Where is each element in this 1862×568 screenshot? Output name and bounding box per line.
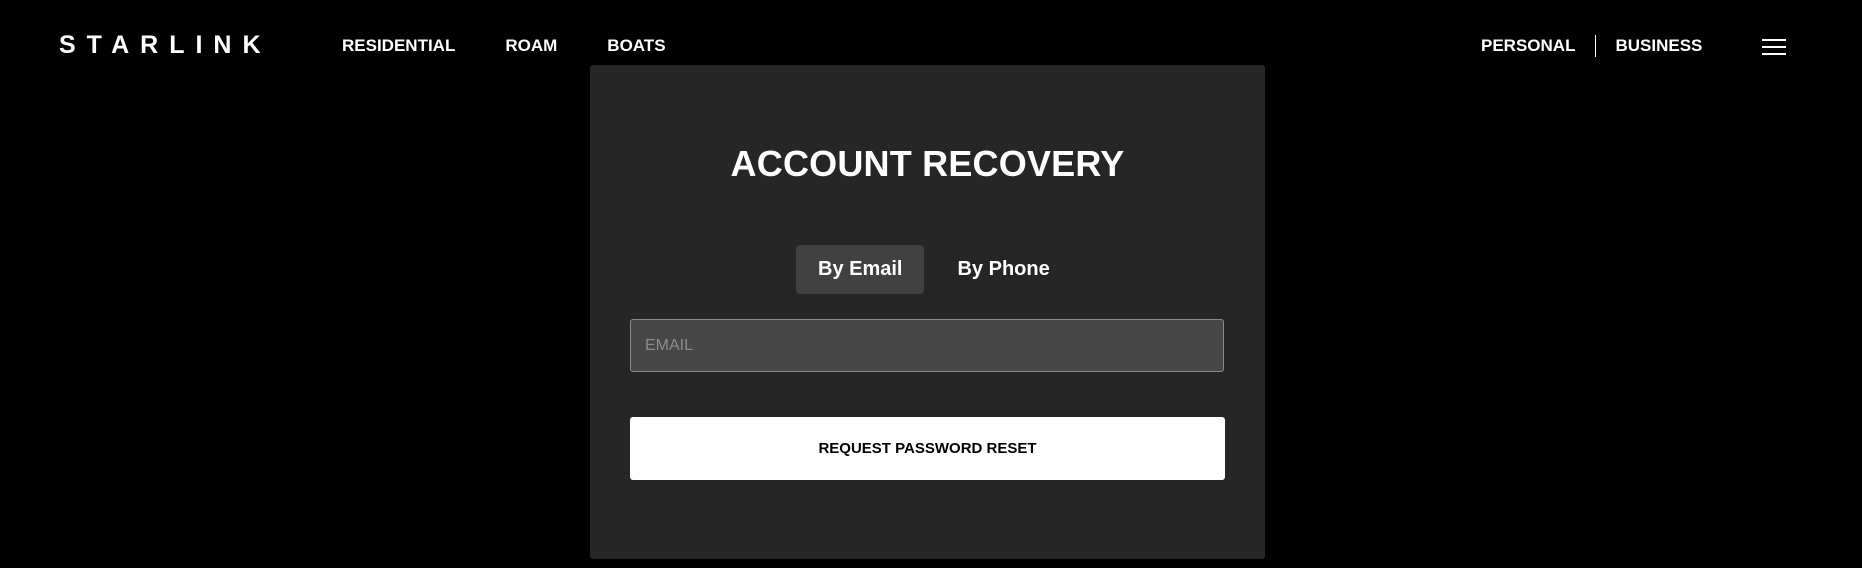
- nav-residential-link[interactable]: RESIDENTIAL: [342, 35, 455, 57]
- tab-by-phone[interactable]: By Phone: [935, 245, 1071, 294]
- account-type-nav: PERSONAL BUSINESS: [1481, 35, 1702, 57]
- hamburger-menu-icon[interactable]: [1762, 37, 1786, 57]
- recovery-method-tabs: By Email By Phone: [796, 245, 1072, 294]
- nav-boats-link[interactable]: BOATS: [607, 35, 665, 57]
- email-field[interactable]: [630, 319, 1224, 372]
- account-recovery-card: ACCOUNT RECOVERY By Email By Phone REQUE…: [590, 65, 1265, 559]
- nav-roam-link[interactable]: ROAM: [505, 35, 557, 57]
- nav-divider: [1595, 35, 1597, 57]
- page: STARLINK RESIDENTIAL ROAM BOATS PERSONAL…: [0, 0, 1862, 568]
- nav-business-link[interactable]: BUSINESS: [1615, 35, 1702, 57]
- tab-by-email[interactable]: By Email: [796, 245, 925, 294]
- starlink-logo[interactable]: STARLINK: [59, 30, 272, 60]
- nav-personal-link[interactable]: PERSONAL: [1481, 35, 1575, 57]
- primary-nav: RESIDENTIAL ROAM BOATS: [342, 35, 716, 57]
- page-title: ACCOUNT RECOVERY: [730, 143, 1125, 184]
- request-password-reset-button[interactable]: REQUEST PASSWORD RESET: [630, 417, 1225, 480]
